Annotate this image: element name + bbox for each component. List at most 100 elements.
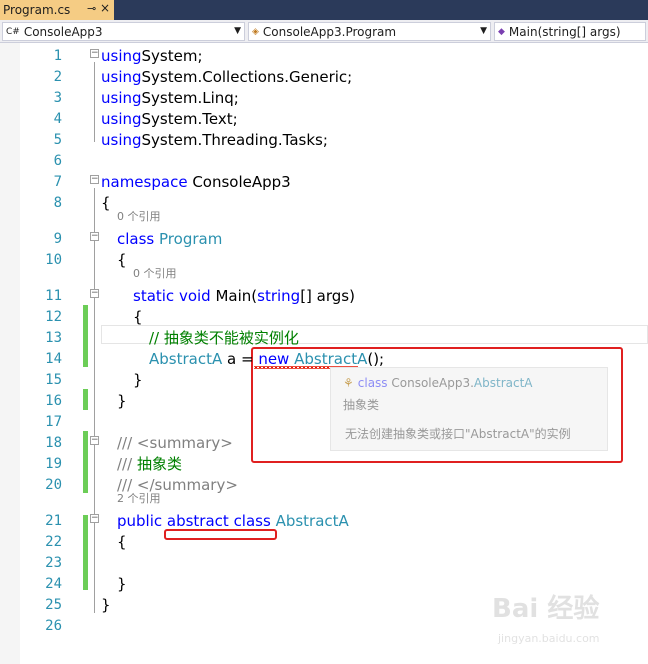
class-icon: ◈ [252, 26, 259, 37]
close-icon[interactable]: × [100, 1, 110, 15]
code-token: System.Threading.Tasks; [141, 131, 328, 149]
class-dropdown[interactable]: ◈ ConsoleApp3.Program ▼ [248, 22, 491, 41]
project-dropdown[interactable]: C# ConsoleApp3 ▼ [2, 22, 245, 41]
line-number: 11 [45, 288, 62, 304]
collapse-toggle-icon[interactable]: − [90, 289, 99, 298]
tab-title: Program.cs [3, 3, 71, 17]
line-number: 13 [45, 330, 62, 346]
tooltip-keyword: class [357, 376, 388, 390]
line-number: 12 [45, 309, 62, 325]
tooltip-description: 抽象类 [343, 398, 380, 412]
line-number: 14 [45, 351, 62, 367]
line-number: 15 [45, 372, 62, 388]
code-line[interactable]: { [101, 193, 111, 214]
tab-program-cs[interactable]: Program.cs ⊸ × [0, 0, 114, 20]
code-line[interactable]: { [117, 532, 127, 553]
line-number: 5 [53, 132, 62, 148]
code-token: /// [117, 455, 133, 473]
project-dropdown-value: ConsoleApp3 [23, 24, 103, 39]
code-line[interactable]: static void Main(string[] args) [133, 286, 355, 307]
code-token: { [117, 251, 127, 269]
code-line[interactable]: usingSystem.Collections.Generic; [101, 67, 352, 88]
code-token: System.Collections.Generic; [141, 68, 353, 86]
code-line[interactable]: // 抽象类不能被实例化 [149, 328, 299, 349]
code-line[interactable]: { [117, 250, 127, 271]
code-line[interactable]: /// 抽象类 [117, 454, 182, 475]
code-line[interactable]: usingSystem.Threading.Tasks; [101, 130, 328, 151]
collapse-toggle-icon[interactable]: − [90, 514, 99, 523]
code-token: using [101, 110, 142, 128]
code-line[interactable]: } [117, 574, 127, 595]
method-icon: ◆ [498, 26, 505, 37]
line-number: 8 [53, 195, 62, 211]
tooltip-signature: ⚘ class ConsoleApp3.AbstractA [343, 376, 533, 390]
code-token: System.Text; [141, 110, 238, 128]
code-line[interactable]: } [117, 391, 127, 412]
class-icon: ⚘ [343, 376, 354, 390]
code-line[interactable]: usingSystem.Linq; [101, 88, 239, 109]
collapse-toggle-icon[interactable]: − [90, 49, 99, 58]
class-dropdown-value: ConsoleApp3.Program [262, 24, 397, 39]
chevron-down-icon: ▼ [480, 26, 487, 36]
code-editor[interactable]: − − − − − − 0 个引用 0 个引用 2 个引用 1 usingSyst… [0, 43, 648, 664]
member-dropdown[interactable]: ◆ Main(string[] args) [494, 22, 646, 41]
member-dropdown-value: Main(string[] args) [508, 24, 621, 39]
line-number: 26 [45, 618, 62, 634]
code-line[interactable]: usingSystem; [101, 46, 203, 67]
code-token: ConsoleApp3 [187, 173, 291, 191]
line-number: 20 [45, 477, 62, 493]
line-number: 10 [45, 252, 62, 268]
code-token: AbstractA [149, 350, 223, 368]
change-indicator [83, 431, 88, 493]
code-line[interactable]: } [133, 370, 143, 391]
navigation-bar: C# ConsoleApp3 ▼ ◈ ConsoleApp3.Program ▼… [0, 20, 648, 43]
code-token: } [133, 371, 143, 389]
line-number: 18 [45, 435, 62, 451]
watermark-logo: Bai 经验 [492, 594, 600, 624]
code-token: { [117, 533, 127, 551]
codelens-references[interactable]: 0 个引用 [117, 210, 161, 224]
code-token: Main( [210, 287, 258, 305]
outline-guide [94, 62, 95, 142]
code-token: public abstract class [117, 512, 271, 530]
code-token: System; [141, 47, 203, 65]
code-line[interactable]: public abstract class AbstractA [117, 511, 349, 532]
code-token: AbstractA [270, 512, 349, 530]
code-line[interactable]: { [133, 307, 143, 328]
code-token: { [133, 308, 143, 326]
code-token: /// <summary> [117, 434, 233, 452]
code-token: } [117, 392, 127, 410]
line-number: 2 [53, 69, 62, 85]
code-line[interactable]: namespace ConsoleApp3 [101, 172, 291, 193]
code-line[interactable]: /// </summary> [117, 475, 238, 496]
tooltip-namespace: ConsoleApp3. [387, 376, 474, 390]
code-token: using [101, 89, 142, 107]
tooltip-type: AbstractA [473, 376, 533, 390]
collapse-toggle-icon[interactable]: − [90, 436, 99, 445]
change-indicator [83, 305, 88, 367]
pin-icon[interactable]: ⊸ [87, 2, 96, 15]
baidu-jingyan-watermark: Bai 经验 jingyan.baidu.com [492, 588, 642, 658]
line-number: 25 [45, 597, 62, 613]
collapse-toggle-icon[interactable]: − [90, 232, 99, 241]
line-number: 17 [45, 414, 62, 430]
outline-guide [94, 188, 95, 613]
code-token: namespace [101, 173, 188, 191]
line-number: 1 [53, 48, 62, 64]
quickinfo-tooltip: ⚘ class ConsoleApp3.AbstractA 抽象类 无法创建抽象类… [330, 367, 608, 451]
line-number: 3 [53, 90, 62, 106]
code-token: string [257, 287, 301, 305]
csharp-project-icon: C# [6, 26, 20, 37]
code-line[interactable]: class Program [117, 229, 222, 250]
code-line[interactable]: } [101, 595, 111, 616]
code-token: { [101, 194, 111, 212]
line-number: 4 [53, 111, 62, 127]
line-number: 19 [45, 456, 62, 472]
code-token: } [101, 596, 111, 614]
line-number: 24 [45, 576, 62, 592]
code-token: using [101, 68, 142, 86]
code-line[interactable]: usingSystem.Text; [101, 109, 238, 130]
collapse-toggle-icon[interactable]: − [90, 175, 99, 184]
code-line[interactable]: /// <summary> [117, 433, 233, 454]
codelens-references[interactable]: 0 个引用 [133, 267, 177, 281]
